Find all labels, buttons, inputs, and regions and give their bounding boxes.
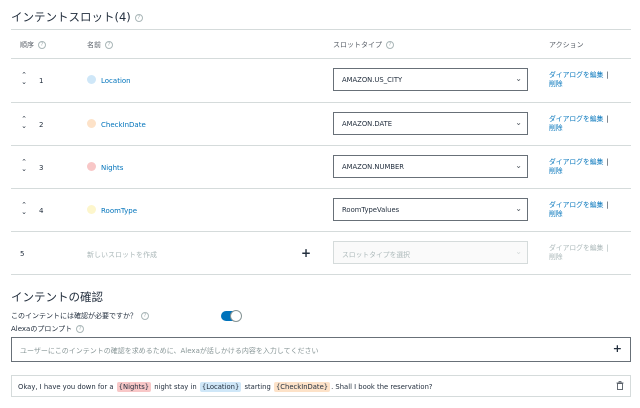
confirmation-prompt-item[interactable]: Okay, I have you down for a {Nights} nig…	[11, 375, 631, 397]
slot-type-select[interactable]: AMAZON.DATE ⌄	[333, 112, 528, 135]
slot-actions: ダイアログを編集 | 削除	[549, 158, 609, 175]
help-icon[interactable]: ?	[386, 41, 394, 49]
new-slot-input[interactable]: 新しいスロットを作成	[87, 250, 157, 260]
chevron-down-icon: ⌄	[515, 118, 522, 127]
divider	[11, 29, 631, 30]
toggle-knob	[230, 310, 242, 322]
header-slot-type: スロットタイプ?	[333, 40, 394, 50]
help-icon[interactable]: ?	[141, 312, 149, 320]
slot-order: 1	[39, 77, 44, 85]
sort-arrows-icon[interactable]: ⌃ ⌄	[20, 72, 28, 88]
slots-section-title: インテントスロット(4)?	[11, 9, 143, 25]
edit-dialog-link: ダイアログを編集	[549, 244, 604, 252]
slot-name-link[interactable]: RoomType	[101, 207, 137, 215]
slot-order: 4	[39, 207, 44, 215]
slot-row: ⌃ ⌄ 3 Nights AMAZON.NUMBER ⌄ ダイアログを編集 | 削除	[0, 146, 640, 189]
trash-icon[interactable]	[616, 381, 624, 392]
slot-name-link[interactable]: Nights	[101, 164, 123, 172]
divider	[11, 274, 631, 275]
delete-link: 削除	[549, 252, 563, 261]
slot-name-link[interactable]: CheckInDate	[101, 121, 146, 129]
edit-dialog-link[interactable]: ダイアログを編集	[549, 201, 603, 209]
chevron-down-icon: ⌄	[515, 204, 522, 213]
confirmation-question: このインテントには確認が必要ですか？?	[11, 311, 149, 321]
confirmation-toggle[interactable]	[221, 310, 242, 322]
edit-dialog-link[interactable]: ダイアログを編集	[549, 158, 603, 166]
new-slot-row: 5 新しいスロットを作成 + スロットタイプを選択 ⌄ ダイアログを編集 | 削除	[0, 232, 640, 275]
slot-name-link[interactable]: Location	[101, 77, 131, 85]
edit-dialog-link[interactable]: ダイアログを編集	[549, 115, 603, 123]
alexa-prompt-input[interactable]: ユーザーにこのインテントの確認を求めるために、Alexaが話しかける内容を入力し…	[11, 337, 631, 362]
slot-tag-checkindate: {CheckInDate}	[273, 382, 331, 392]
add-prompt-button[interactable]: +	[613, 342, 622, 355]
slot-type-select[interactable]: RoomTypeValues ⌄	[333, 198, 528, 221]
chevron-down-icon: ⌄	[515, 74, 522, 83]
slot-actions: ダイアログを編集 | 削除	[549, 201, 609, 218]
slot-type-select[interactable]: AMAZON.US_CITY ⌄	[333, 68, 528, 91]
slot-color-dot	[87, 119, 96, 128]
sort-arrows-icon[interactable]: ⌃ ⌄	[20, 159, 28, 175]
slot-type-select[interactable]: AMAZON.NUMBER ⌄	[333, 155, 528, 178]
alexa-prompt-label: Alexaのプロンプト?	[11, 324, 85, 334]
slot-order: 3	[39, 164, 44, 172]
edit-dialog-link[interactable]: ダイアログを編集	[549, 71, 603, 79]
help-icon[interactable]: ?	[105, 41, 113, 49]
slot-color-dot	[87, 162, 96, 171]
slot-order: 2	[39, 121, 44, 129]
delete-link[interactable]: 削除	[549, 167, 563, 175]
slot-row: ⌃ ⌄ 2 CheckInDate AMAZON.DATE ⌄ ダイアログを編集 | …	[0, 103, 640, 146]
slot-color-dot	[87, 205, 96, 214]
slot-tag-location: {Location}	[199, 382, 242, 392]
slot-actions: ダイアログを編集 | 削除	[549, 244, 609, 261]
slot-color-dot	[87, 75, 96, 84]
sort-arrows-icon[interactable]: ⌃ ⌄	[20, 116, 28, 132]
chevron-down-icon: ⌄	[515, 161, 522, 170]
help-icon[interactable]: ?	[76, 325, 85, 333]
header-name: 名前?	[87, 40, 113, 50]
delete-link[interactable]: 削除	[549, 124, 563, 132]
slot-row: ⌃ ⌄ 4 RoomType RoomTypeValues ⌄ ダイアログを編集 | …	[0, 189, 640, 232]
header-order: 順序?	[20, 40, 46, 50]
add-slot-button[interactable]: +	[301, 246, 311, 260]
help-icon[interactable]: ?	[38, 41, 46, 49]
help-icon[interactable]: ?	[134, 13, 143, 22]
slot-actions: ダイアログを編集 | 削除	[549, 71, 609, 88]
confirmation-section-title: インテントの確認	[11, 290, 103, 304]
sort-arrows-icon[interactable]: ⌃ ⌄	[20, 202, 28, 218]
chevron-down-icon: ⌄	[515, 247, 522, 256]
delete-link[interactable]: 削除	[549, 80, 563, 88]
slot-order: 5	[20, 250, 25, 258]
delete-link[interactable]: 削除	[549, 210, 563, 218]
slot-type-select[interactable]: スロットタイプを選択 ⌄	[333, 241, 528, 264]
slot-tag-nights: {Nights}	[116, 382, 152, 392]
slot-actions: ダイアログを編集 | 削除	[549, 115, 609, 132]
header-actions: アクション	[549, 41, 584, 49]
slot-row: ⌃ ⌄ 1 Location AMAZON.US_CITY ⌄ ダイアログを編集 | …	[0, 59, 640, 102]
